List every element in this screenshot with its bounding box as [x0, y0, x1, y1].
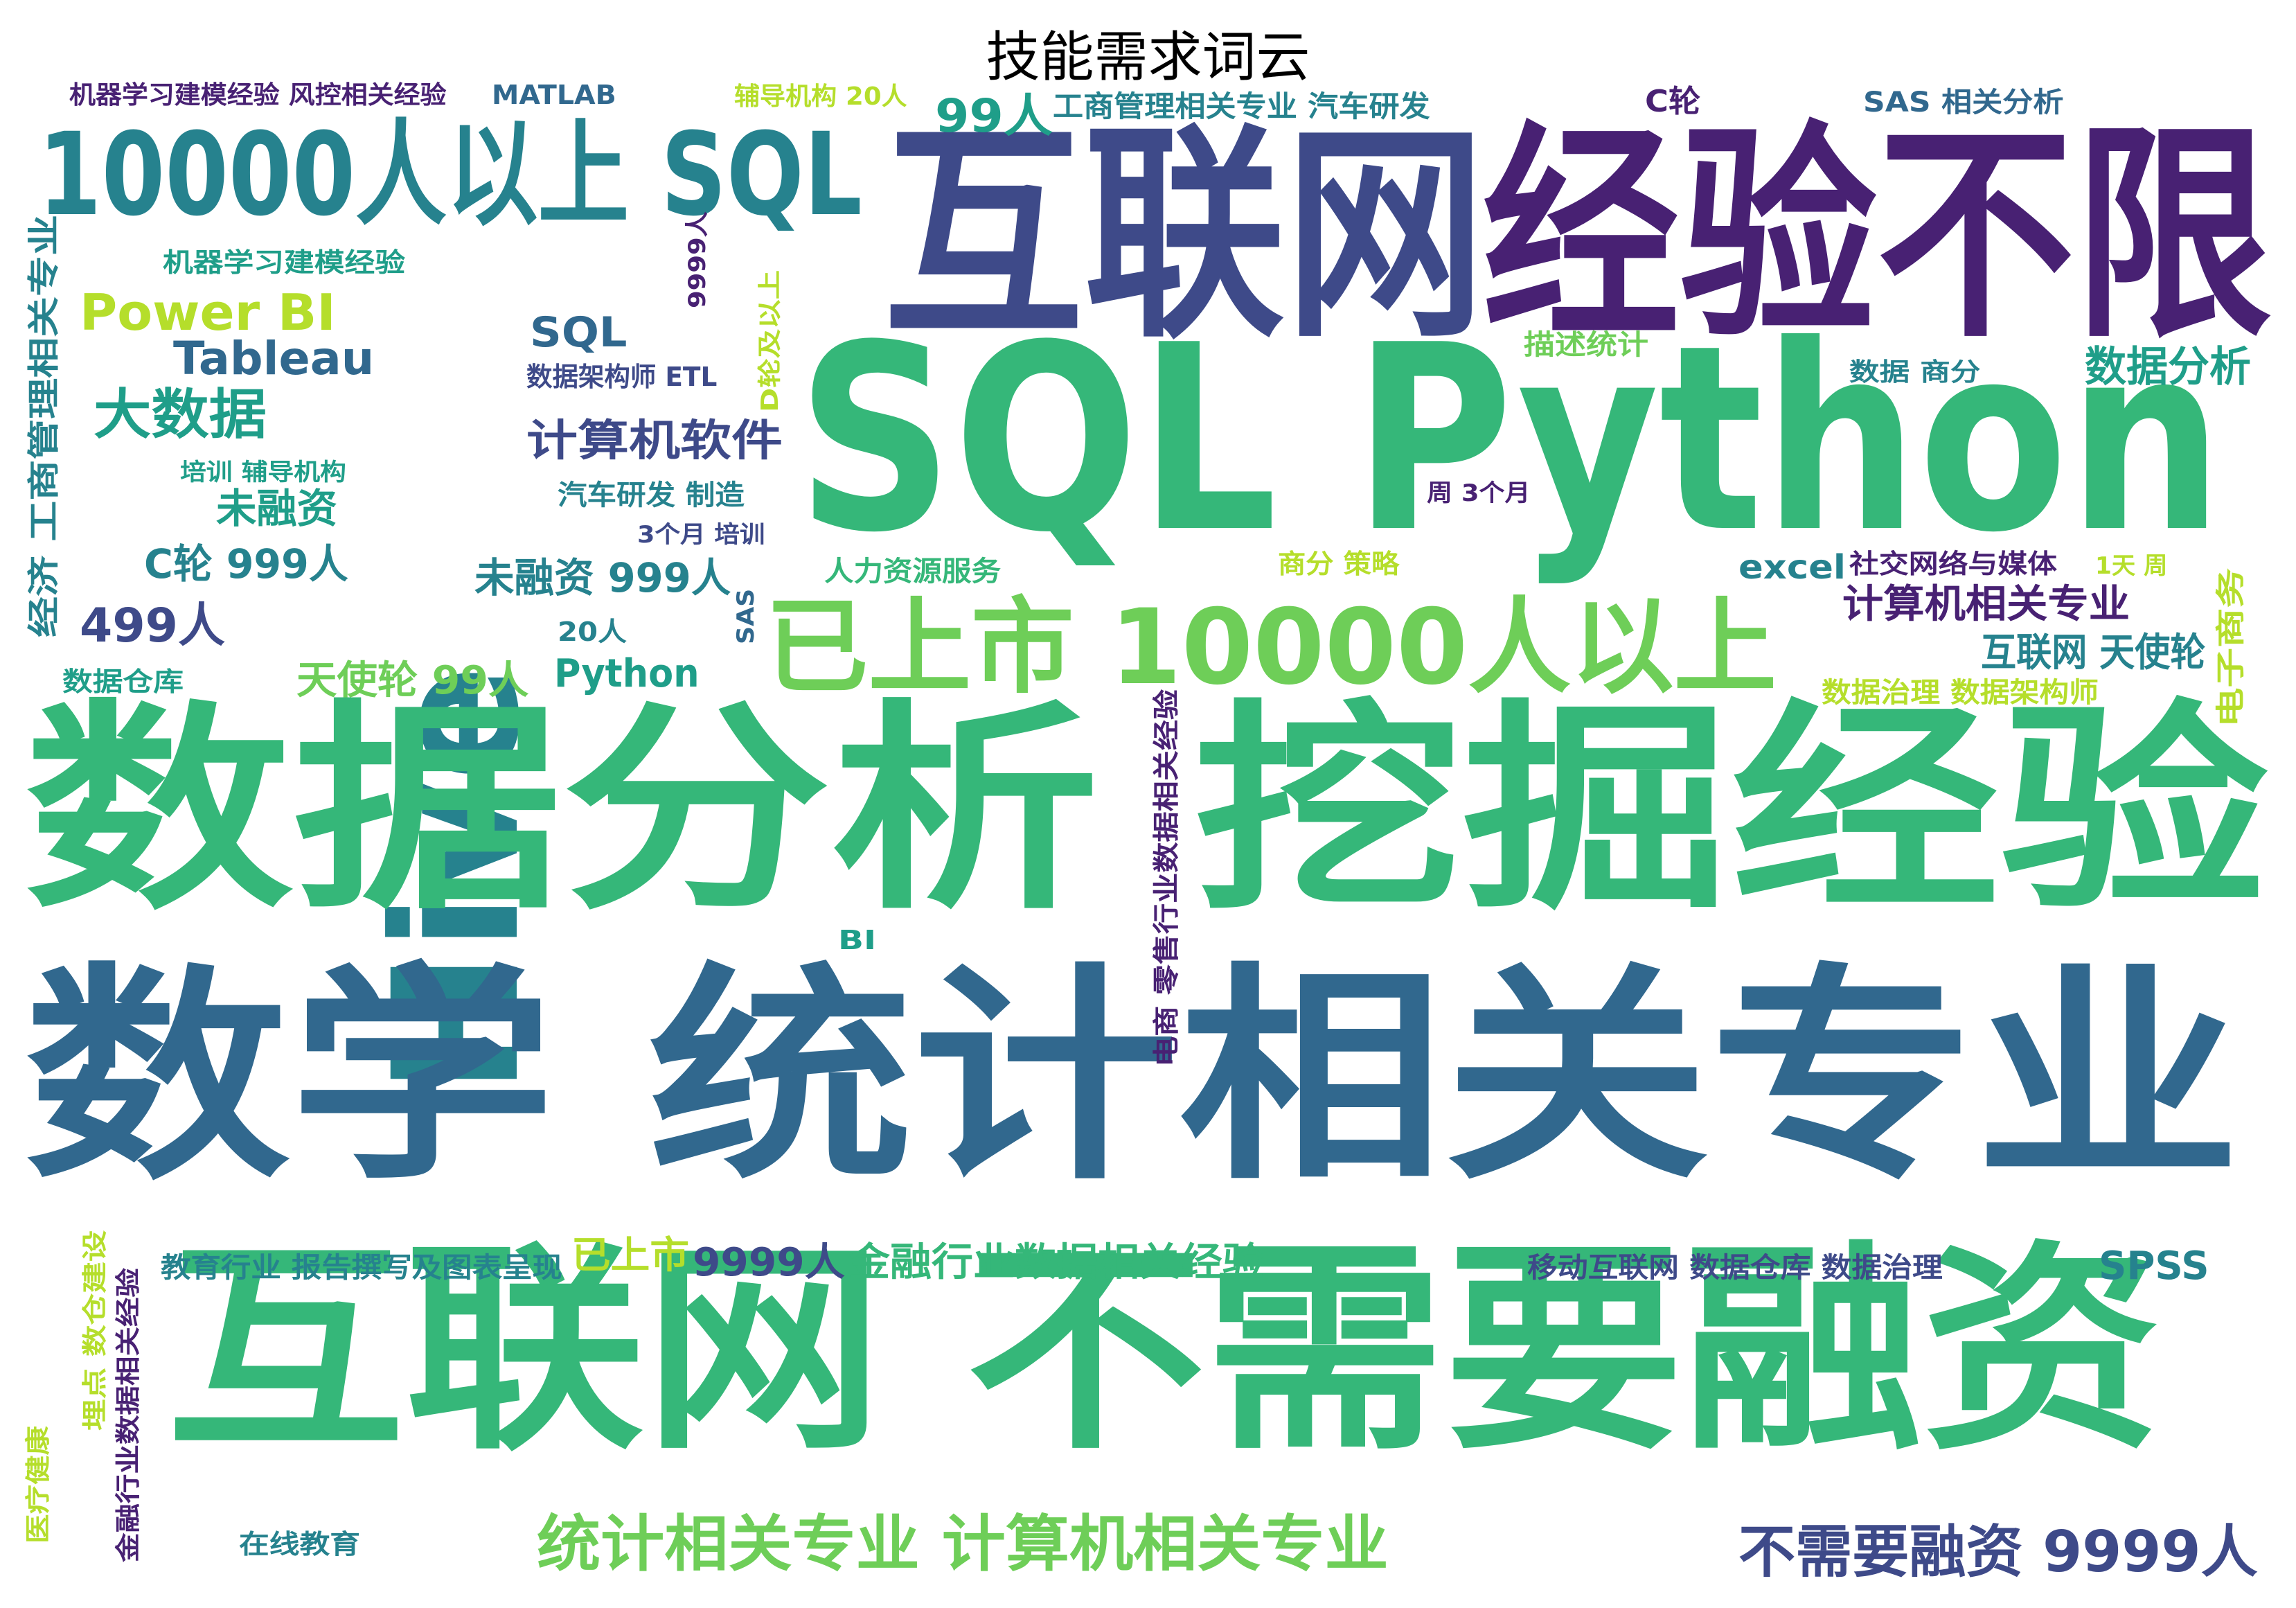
word-cloud-term: 数据分析 挖掘经验 [24, 682, 2269, 939]
word-cloud-term: 计算机软件 [526, 415, 783, 466]
word-cloud-term: 商分 策略 [1278, 549, 1400, 579]
word-cloud-term: Power BI [80, 283, 336, 342]
word-cloud-term: 描述统计 [1524, 329, 1648, 361]
word-cloud-term: Python [554, 651, 700, 696]
word-cloud-term: 数据治理 数据架构师 [1822, 677, 2099, 709]
word-cloud-term: 教育行业 报告撰写及图表呈现 [161, 1252, 562, 1284]
word-cloud-term: 99人 [935, 89, 1053, 143]
word-cloud-term: C轮 [1645, 84, 1701, 119]
word-cloud-term-vertical: 金融行业数据相关经验 [114, 1267, 143, 1562]
word-cloud-term: 互联网 天使轮 [1981, 630, 2206, 675]
word-cloud-term: 辅导机构 20人 [734, 82, 907, 111]
word-cloud-term-vertical: 9999人 [684, 211, 711, 308]
word-cloud-term: 在线教育 [239, 1529, 361, 1560]
word-cloud-term: 移动互联网 数据仓库 数据治理 [1527, 1252, 1943, 1284]
word-cloud-term: SQL [530, 308, 628, 357]
word-cloud-term: 数据架构师 ETL [526, 362, 718, 392]
word-cloud-term: 数据 商分 [1849, 358, 1981, 387]
word-cloud-term: 大数据 [94, 384, 267, 446]
word-cloud-term: 汽车研发 制造 [558, 479, 745, 511]
word-cloud-term: 10000人以上 SQL [38, 108, 862, 241]
word-cloud-term: 天使轮 99人 [296, 658, 529, 703]
word-cloud-term-vertical: 埋点 数仓建设 [81, 1230, 109, 1431]
word-cloud-term: Tableau [173, 332, 375, 385]
word-cloud-term-vertical: 电商 零售行业数据相关经验 [1151, 689, 1182, 1067]
word-cloud-term: SPSS [2099, 1244, 2209, 1289]
word-cloud-term-vertical: D轮及以上 [756, 270, 784, 412]
word-cloud-term: 统计相关专业 计算机相关专业 [537, 1508, 1389, 1580]
word-cloud-term-vertical: 电子商务 [2214, 567, 2248, 727]
word-cloud-term: 3个月 培训 [637, 521, 765, 549]
word-cloud-term: 工商管理相关专业 汽车研发 [1053, 89, 1430, 123]
word-cloud-term: 培训 辅导机构 [180, 459, 346, 486]
word-cloud-term-vertical: 医疗健康 [24, 1425, 53, 1544]
word-cloud-term: 金融行业数据相关经验 [848, 1240, 1264, 1285]
word-cloud-term: 数学 统计相关专业 [24, 944, 2241, 1210]
word-cloud-term: 未融资 [216, 485, 338, 532]
word-cloud-term: MATLAB [492, 80, 616, 110]
word-cloud-term: 不需要融资 9999人 [1738, 1519, 2258, 1585]
word-cloud-term: 机器学习建模经验 [163, 247, 406, 278]
word-cloud-term: 未融资 999人 [474, 554, 731, 601]
word-cloud-term: 数据仓库 [62, 666, 184, 697]
word-cloud-term: 9999人 [693, 1240, 845, 1285]
word-cloud-term: 20人 [558, 617, 627, 647]
word-cloud-term-vertical: SAS [732, 588, 760, 644]
word-cloud-term-vertical: 经济 工商管理相关专业 [25, 214, 62, 637]
word-cloud-term: 计算机相关专业 [1842, 582, 2130, 627]
word-cloud-term: SAS 相关分析 [1863, 87, 2064, 118]
word-cloud-term: 已上市 10000人以上 [765, 587, 1777, 708]
word-cloud-term: 已上市 [571, 1233, 689, 1277]
word-cloud-term: 1天 周 [2095, 552, 2168, 580]
word-cloud-term: 499人 [80, 599, 225, 653]
word-cloud-term: C轮 999人 [144, 540, 348, 587]
word-cloud-term: excel [1738, 548, 1846, 587]
word-cloud-term: 机器学习建模经验 风控相关经验 [69, 81, 447, 109]
word-cloud-term: 数据分析 [2085, 343, 2251, 391]
word-cloud-term: BI [838, 925, 877, 955]
chart-title: 技能需求词云 [986, 26, 1310, 89]
word-cloud-term: SQL Python [797, 291, 2223, 589]
word-cloud-term: 人力资源服务 [824, 556, 1001, 587]
word-cloud-term: 周 3个月 [1427, 479, 1531, 507]
word-cloud-term: 社交网络与媒体 [1849, 549, 2058, 579]
word-cloud: 技能需求词云 互联网 经验不限 SQL Python Hive 10000人以上 SQL… [0, 0, 2296, 1608]
